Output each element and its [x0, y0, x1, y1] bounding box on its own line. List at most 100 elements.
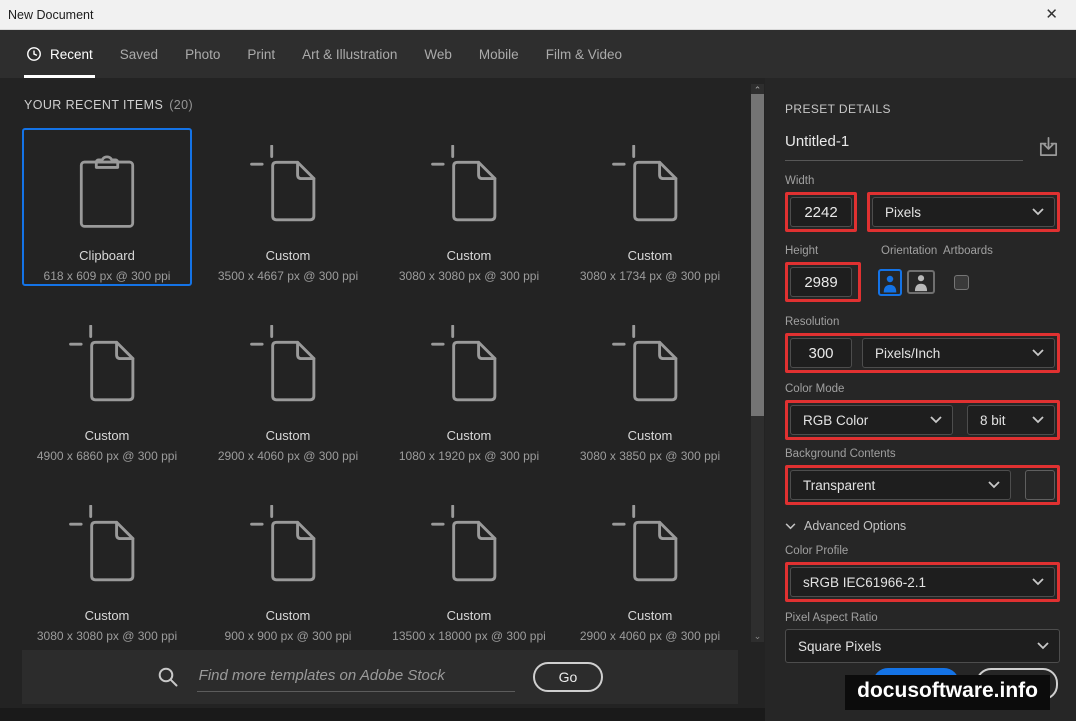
tab-label: Art & Illustration: [302, 46, 398, 62]
scrollbar-thumb[interactable]: [751, 94, 764, 416]
document-name-field[interactable]: Untitled-1: [785, 133, 1023, 161]
chevron-down-icon: [1032, 349, 1044, 357]
document-icon: [612, 145, 678, 222]
background-contents-value: Transparent: [803, 477, 876, 493]
color-profile-dropdown[interactable]: sRGB IEC61966-2.1: [790, 567, 1055, 597]
pixel-aspect-ratio-dropdown[interactable]: Square Pixels: [785, 629, 1060, 663]
recent-item-spec: 3080 x 3080 px @ 300 ppi: [36, 629, 178, 643]
recent-item-thumbnail: [69, 320, 145, 422]
recent-item-thumbnail: [77, 140, 137, 242]
artboards-checkbox[interactable]: [954, 274, 969, 290]
document-icon: [612, 505, 678, 582]
chevron-down-icon: [1037, 642, 1049, 650]
tab-art-illustration[interactable]: Art & Illustration: [300, 30, 399, 78]
grid-scrollbar[interactable]: ⌃ ⌄: [751, 84, 764, 642]
tab-photo[interactable]: Photo: [183, 30, 222, 78]
recent-item-spec: 3080 x 3850 px @ 300 ppi: [579, 449, 721, 463]
recent-items-grid: Clipboard 618 x 609 px @ 300 ppi Custom …: [22, 128, 735, 646]
resolution-input[interactable]: [790, 338, 852, 368]
width-input[interactable]: [790, 197, 852, 227]
bit-depth-dropdown[interactable]: 8 bit: [967, 405, 1055, 435]
recent-item[interactable]: Custom 13500 x 18000 px @ 300 ppi: [384, 488, 554, 646]
orientation-portrait-button[interactable]: [878, 268, 902, 296]
tab-saved[interactable]: Saved: [118, 30, 160, 78]
landscape-icon: [914, 275, 928, 292]
tab-recent[interactable]: Recent: [24, 30, 95, 78]
unit-value: Pixels: [885, 204, 922, 220]
recent-item-thumbnail: [431, 500, 507, 602]
background-color-swatch[interactable]: [1025, 470, 1055, 500]
tab-film-video[interactable]: Film & Video: [544, 30, 624, 78]
document-icon: [431, 325, 497, 402]
recent-item-thumbnail: [69, 500, 145, 602]
chevron-down-icon: [930, 416, 942, 424]
recent-item[interactable]: Custom 3080 x 1734 px @ 300 ppi: [565, 128, 735, 286]
recent-items-count: (20): [169, 98, 194, 112]
recent-item[interactable]: Custom 2900 x 4060 px @ 300 ppi: [203, 308, 373, 466]
recent-item[interactable]: Custom 3080 x 3080 px @ 300 ppi: [22, 488, 192, 646]
bit-depth-value: 8 bit: [980, 412, 1006, 428]
document-icon: [431, 505, 497, 582]
tab-mobile[interactable]: Mobile: [477, 30, 521, 78]
recent-item[interactable]: Custom 3080 x 3080 px @ 300 ppi: [384, 128, 554, 286]
save-preset-icon[interactable]: [1037, 136, 1060, 159]
tab-label: Print: [247, 46, 276, 62]
recent-item-name: Clipboard: [79, 248, 135, 263]
recent-item-spec: 2900 x 4060 px @ 300 ppi: [579, 629, 721, 643]
advanced-options-toggle[interactable]: Advanced Options: [785, 519, 1060, 533]
recent-item[interactable]: Clipboard 618 x 609 px @ 300 ppi: [22, 128, 192, 286]
recent-item-spec: 618 x 609 px @ 300 ppi: [43, 269, 171, 283]
resolution-label: Resolution: [785, 316, 840, 328]
tab-print[interactable]: Print: [245, 30, 277, 78]
portrait-icon: [883, 275, 897, 292]
recent-item-name: Custom: [265, 428, 311, 443]
height-label: Height: [785, 245, 819, 257]
recent-item-name: Custom: [446, 248, 492, 263]
background-contents-label: Background Contents: [785, 448, 896, 460]
recent-item[interactable]: Custom 4900 x 6860 px @ 300 ppi: [22, 308, 192, 466]
document-icon: [250, 325, 316, 402]
height-input[interactable]: [790, 267, 852, 297]
resolution-unit-value: Pixels/Inch: [875, 345, 941, 361]
unit-dropdown[interactable]: Pixels: [872, 197, 1055, 227]
advanced-options-label: Advanced Options: [804, 519, 907, 533]
search-input[interactable]: [196, 662, 515, 692]
width-label: Width: [785, 175, 815, 187]
pixel-aspect-ratio-value: Square Pixels: [798, 638, 882, 654]
watermark: docusoftware.info: [845, 675, 1050, 710]
preset-details-panel: PRESET DETAILS Untitled-1 Width Pixels: [765, 78, 1076, 721]
recent-item-thumbnail: [612, 500, 688, 602]
document-icon: [431, 145, 497, 222]
bottom-edge: [0, 708, 765, 721]
recent-item-thumbnail: [250, 140, 326, 242]
resolution-unit-dropdown[interactable]: Pixels/Inch: [862, 338, 1055, 368]
annotation-box-resolution: Pixels/Inch: [785, 333, 1060, 373]
color-profile-label: Color Profile: [785, 545, 849, 557]
tab-label: Photo: [185, 46, 221, 62]
go-button[interactable]: Go: [532, 662, 604, 692]
recent-item[interactable]: Custom 900 x 900 px @ 300 ppi: [203, 488, 373, 646]
orientation-landscape-button[interactable]: [907, 270, 935, 294]
recent-item[interactable]: Custom 3080 x 3850 px @ 300 ppi: [565, 308, 735, 466]
recent-item[interactable]: Custom 2900 x 4060 px @ 300 ppi: [565, 488, 735, 646]
scrollbar-down-icon[interactable]: ⌄: [751, 630, 764, 642]
recent-item-spec: 900 x 900 px @ 300 ppi: [224, 629, 352, 643]
tab-label: Web: [424, 46, 452, 62]
recent-item-spec: 4900 x 6860 px @ 300 ppi: [36, 449, 178, 463]
annotation-box-background: Transparent: [785, 465, 1060, 505]
tab-label: Saved: [119, 46, 159, 62]
chevron-down-icon: [988, 481, 1000, 489]
recent-item[interactable]: Custom 1080 x 1920 px @ 300 ppi: [384, 308, 554, 466]
tab-web[interactable]: Web: [422, 30, 454, 78]
document-icon: [69, 505, 135, 582]
chevron-down-icon: [1032, 578, 1044, 586]
recent-items-heading: YOUR RECENT ITEMS (20): [24, 98, 193, 112]
recent-item-spec: 3080 x 3080 px @ 300 ppi: [398, 269, 540, 283]
background-contents-dropdown[interactable]: Transparent: [790, 470, 1011, 500]
color-mode-dropdown[interactable]: RGB Color: [790, 405, 953, 435]
dialog-content: YOUR RECENT ITEMS (20) Clipboard 618 x 60…: [0, 78, 1076, 721]
recent-item[interactable]: Custom 3500 x 4667 px @ 300 ppi: [203, 128, 373, 286]
chevron-down-icon: [1032, 208, 1044, 216]
recent-item-thumbnail: [250, 500, 326, 602]
window-close-button[interactable]: ✕: [1039, 5, 1064, 24]
